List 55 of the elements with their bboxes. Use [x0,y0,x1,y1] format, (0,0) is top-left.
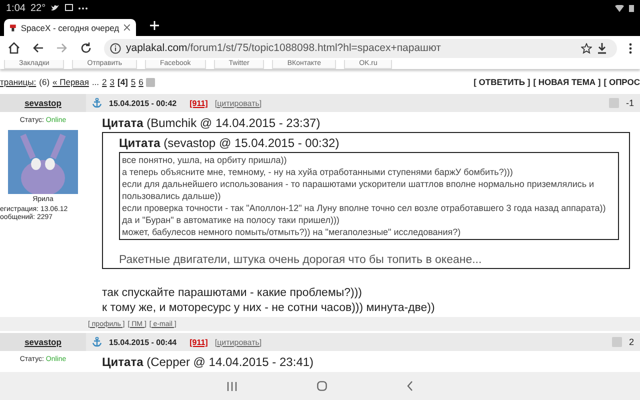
reload-icon[interactable] [80,42,92,54]
quote-link[interactable]: [цитировать] [214,98,262,108]
action-link[interactable]: [ НОВАЯ ТЕМА ] [533,77,601,87]
anchor-icon[interactable] [92,98,102,108]
quote-text: все понятно, ушла, на орбиту пришла)) [122,154,288,166]
site-favicon [10,24,16,32]
page-link[interactable]: [4] [118,77,128,87]
post-date: 15.04.2015 - 00:44 [109,338,177,346]
post-score: 2 [628,337,634,347]
page-link[interactable]: 6 [138,77,144,87]
post-score: -1 [626,98,634,108]
back-icon[interactable] [407,381,413,391]
bird-icon [50,4,60,12]
first-page-link[interactable]: « Первая [52,77,89,87]
page-count: (6) [39,77,50,87]
address-bar[interactable]: yaplakal.com/forum1/st/75/topic1088098.html?hl=spacex+парашют [104,38,617,58]
page-link[interactable]: 3 [110,77,114,87]
home-icon[interactable] [8,42,20,54]
rating-link[interactable]: [911] [190,98,208,108]
quote-text: если проверка точности - так "Аполлон-12" на Луну вполне точно сел возле отработавшего 3 года назад аппарата)) да и "Буран" в автоматике на полосу таки пришел))) [122,202,607,226]
action-link[interactable]: [ ОТВЕТИТЬ ] [474,77,530,87]
clock: 1:04 [6,2,26,14]
star-icon[interactable] [581,42,592,54]
quote-text: Ракетные двигатели, штука очень дорогая что бы топить в океане... [119,254,483,266]
anchor-icon[interactable] [92,337,102,347]
action-link[interactable]: [ ОПРОС [604,77,640,87]
quote-link[interactable]: [цитировать] [214,338,262,346]
rating-link[interactable]: [911] [190,338,208,346]
page-link[interactable]: 2 [102,77,107,87]
new-tab-icon[interactable] [150,21,159,30]
quote-text: может, бабулесов немного помыть/отмыть?)) на "мегаполезные" исследования?) [122,226,462,238]
more-icon [78,6,88,10]
ellipsis: ... [92,77,100,87]
avatar-drawing [8,130,78,194]
recent-apps-icon[interactable] [227,382,237,390]
temperature: 22° [30,2,46,14]
quote-header: Цитата (Cepper @ 14.04.2015 - 23:41) [102,355,315,369]
back-arrow-icon[interactable] [32,42,44,54]
browser-tab[interactable]: SpaceX - сегодня очеред [4,19,136,36]
menu-icon[interactable] [629,42,632,54]
info-icon [110,42,121,54]
battery-icon [629,4,634,12]
post-text: так спускайте парашютами - какие проблемы?))) [102,286,364,301]
page-link[interactable]: 5 [130,77,136,87]
download-icon[interactable] [597,42,607,54]
post-date: 15.04.2015 - 00:42 [109,98,177,108]
quote-text: если для дальнейшего использования - то парашютами ускорители шаттлов вполне нормально приземлялись и пользовались дальше)) [122,178,596,202]
quote-header: Цитата (Bumchik @ 14.04.2015 - 23:37) [102,116,322,130]
home-button-icon[interactable] [317,381,327,391]
wifi-icon [615,4,624,12]
close-icon[interactable] [124,24,130,31]
quote-header: Цитата (sevastop @ 15.04.2015 - 00:32) [119,136,340,150]
post-text: к тому же, и моторесурс у них - не сотни часов))) минута-две)) [102,301,436,316]
pages-label: траницы: [0,77,36,87]
quote-text: а теперь объясните мне, темному, - ну на хуйа отработанными ступенями баржУ бомбить?))) [122,166,514,178]
